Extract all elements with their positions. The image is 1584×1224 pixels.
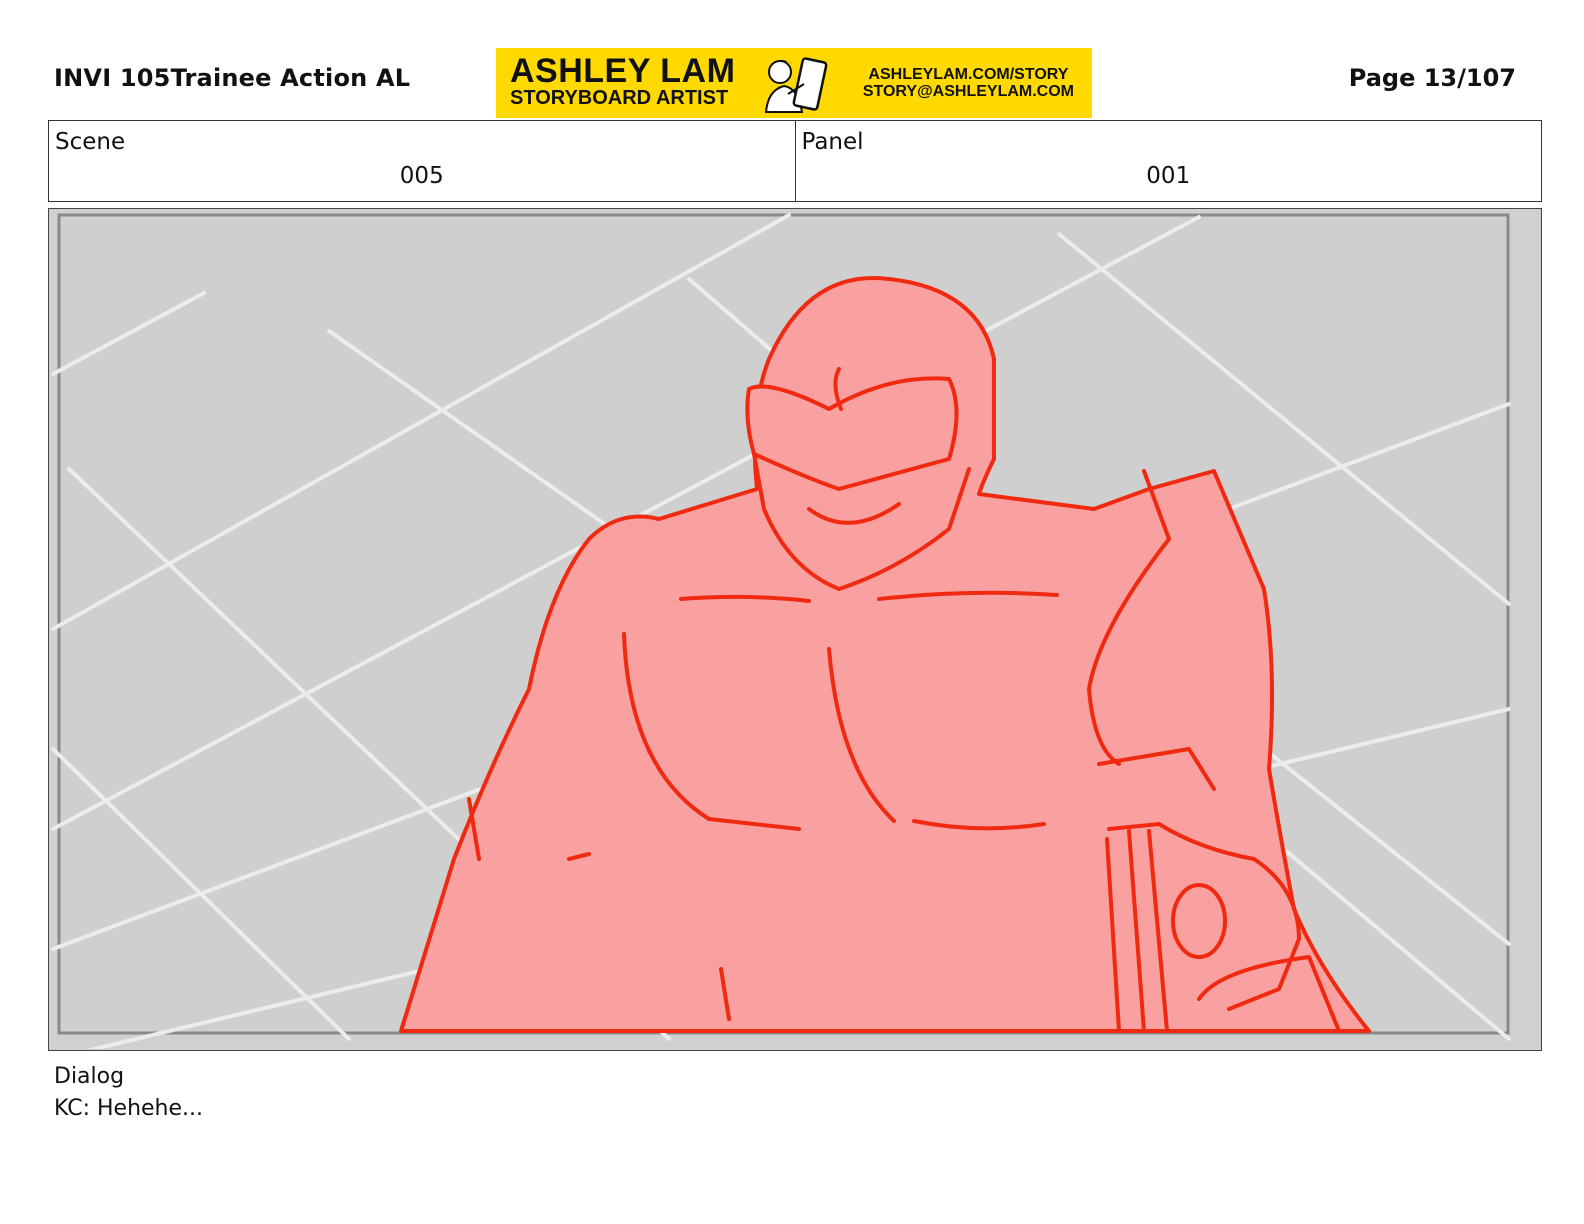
artist-drawing-icon	[764, 57, 828, 113]
artist-contact: ASHLEYLAM.COM/STORY STORY@ASHLEYLAM.COM	[863, 66, 1074, 100]
panel-label: Panel	[801, 129, 864, 155]
artist-email[interactable]: STORY@ASHLEYLAM.COM	[863, 83, 1074, 100]
scene-cell: Scene 005	[49, 121, 795, 201]
dialog-text: KC: Hehehe...	[54, 1096, 204, 1121]
panel-cell: Panel 001	[794, 121, 1542, 201]
artist-role: STORYBOARD ARTIST	[510, 87, 729, 109]
panel-drawing	[51, 213, 1511, 1049]
dialog-label: Dialog	[54, 1064, 125, 1089]
artist-website[interactable]: ASHLEYLAM.COM/STORY	[863, 66, 1074, 83]
page-number: Page 13/107	[1348, 64, 1516, 92]
artist-name: ASHLEY LAM	[510, 52, 736, 90]
storyboard-panel	[48, 208, 1542, 1051]
document-title: INVI 105Trainee Action AL	[54, 64, 411, 92]
panel-value: 001	[1146, 163, 1191, 189]
scene-value: 005	[399, 163, 444, 189]
scene-label: Scene	[55, 129, 126, 155]
artist-banner: ASHLEY LAM STORYBOARD ARTIST ASHLEYLAM.C…	[496, 48, 1092, 118]
scene-panel-table: Scene 005 Panel 001	[48, 120, 1542, 202]
